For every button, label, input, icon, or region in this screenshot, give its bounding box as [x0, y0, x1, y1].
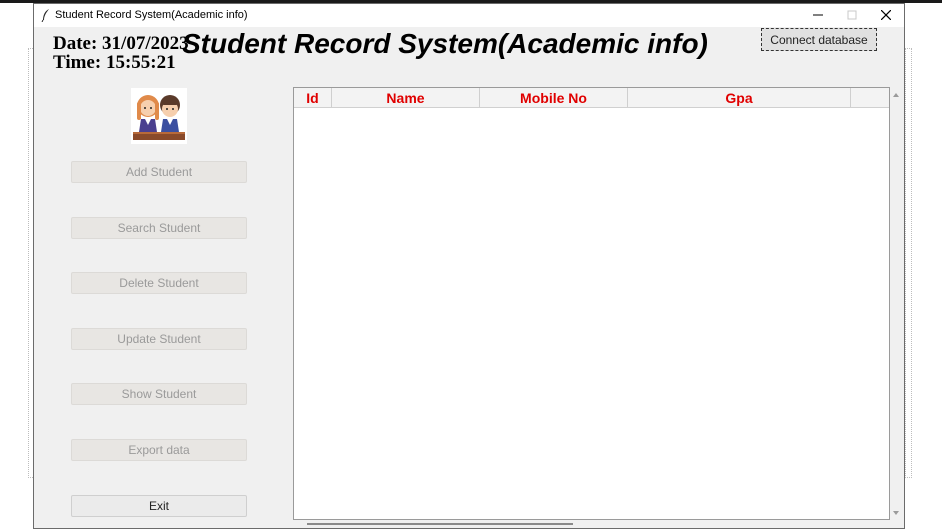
background-window-edge-right: [905, 48, 912, 478]
exit-button[interactable]: Exit: [71, 495, 247, 517]
scroll-down-arrow-icon[interactable]: [890, 507, 902, 519]
column-header-name[interactable]: Name: [332, 88, 480, 107]
table-header: Id Name Mobile No Gpa: [294, 88, 889, 108]
maximize-button[interactable]: [835, 4, 869, 27]
add-student-button[interactable]: Add Student: [71, 161, 247, 183]
feather-icon: [41, 9, 49, 22]
close-button[interactable]: [869, 4, 903, 27]
column-header-mobile-no[interactable]: Mobile No: [480, 88, 628, 107]
minimize-button[interactable]: [801, 4, 835, 27]
show-student-button[interactable]: Show Student: [71, 383, 247, 405]
export-data-button[interactable]: Export data: [71, 439, 247, 461]
window-title: Student Record System(Academic info): [55, 9, 248, 21]
search-student-button[interactable]: Search Student: [71, 217, 247, 239]
horizontal-scrollbar-thumb[interactable]: [307, 523, 573, 525]
vertical-scrollbar[interactable]: [890, 87, 902, 520]
app-window: Student Record System(Academic info) Dat…: [33, 3, 905, 529]
time-label: Time: 15:55:21: [53, 52, 176, 73]
student-table[interactable]: Id Name Mobile No Gpa: [293, 87, 890, 520]
maximize-icon: [847, 10, 857, 20]
connect-database-button[interactable]: Connect database: [761, 28, 877, 51]
title-bar: Student Record System(Academic info): [34, 4, 904, 27]
update-student-button[interactable]: Update Student: [71, 328, 247, 350]
column-header-filler: [851, 88, 889, 107]
minimize-icon: [813, 14, 823, 16]
column-header-id[interactable]: Id: [294, 88, 332, 107]
close-icon: [881, 10, 891, 20]
delete-student-button[interactable]: Delete Student: [71, 272, 247, 294]
page-title: Student Record System(Academic info): [182, 28, 708, 59]
scroll-up-arrow-icon[interactable]: [890, 89, 902, 101]
students-logo-icon: [131, 88, 187, 144]
column-header-gpa[interactable]: Gpa: [628, 88, 851, 107]
